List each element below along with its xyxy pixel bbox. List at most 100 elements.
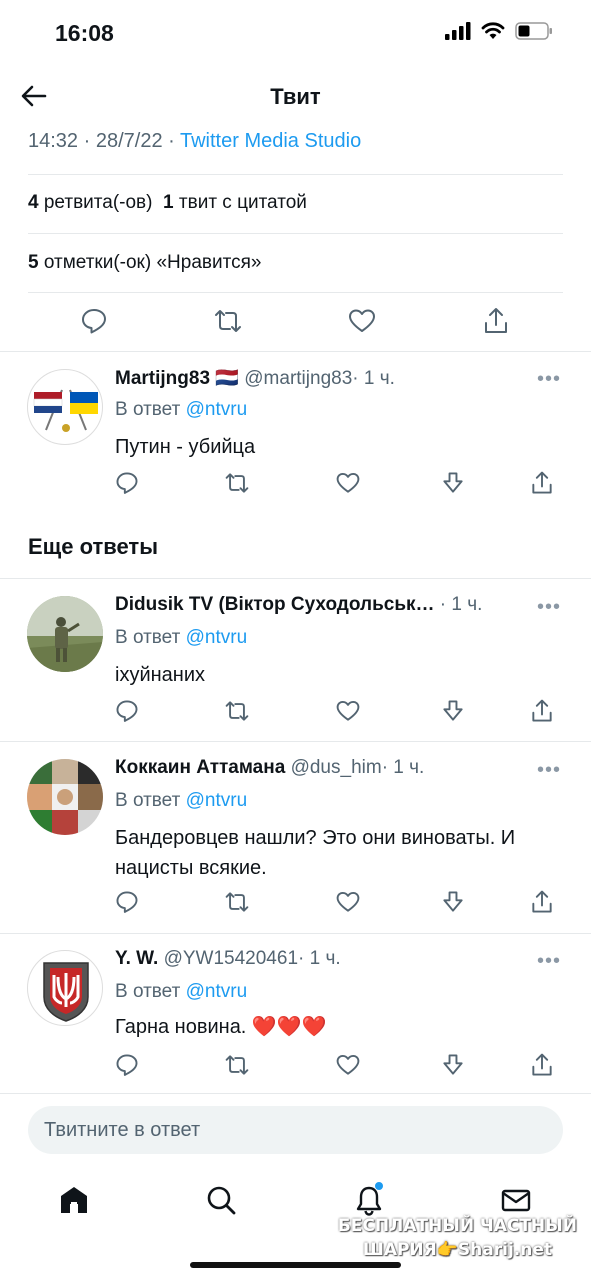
tweet-actions	[0, 470, 591, 500]
more-options-icon[interactable]: •••	[537, 759, 561, 782]
retweet-icon[interactable]	[224, 470, 250, 496]
divider	[0, 351, 591, 352]
more-options-icon[interactable]: •••	[537, 596, 561, 619]
reply-context: В ответ @ntvru	[115, 981, 247, 1003]
avatar[interactable]	[27, 369, 103, 445]
divider	[0, 933, 591, 934]
retweets-label: ретвита(-ов)	[43, 192, 153, 213]
reply-tweet[interactable]: Didusik TV (Віктор Суходольськ… · 1 ч. •…	[0, 594, 591, 739]
watermark: БЕСПЛАТНЫЙ ЧАСТНЫЙ ШАРИЯ👉Sharij.net	[338, 1214, 577, 1262]
retweets-stat[interactable]: 4 ретвита(-ов)	[28, 192, 152, 213]
divider	[28, 233, 563, 234]
tweet-header: Didusik TV (Віктор Суходольськ… · 1 ч.	[115, 594, 482, 616]
share-icon[interactable]	[529, 698, 555, 724]
reply-context: В ответ @ntvru	[115, 790, 247, 812]
tweet-header: Y. W. @YW15420461· 1 ч.	[115, 948, 341, 970]
like-icon[interactable]	[335, 470, 361, 496]
retweet-icon[interactable]	[224, 1052, 250, 1078]
reply-to-label: В ответ	[115, 981, 181, 1002]
avatar[interactable]	[27, 759, 103, 835]
home-indicator	[190, 1262, 401, 1268]
like-icon[interactable]	[335, 1052, 361, 1078]
mention-link[interactable]: @ntvru	[186, 981, 248, 1002]
like-icon[interactable]	[335, 698, 361, 724]
collage-image	[27, 759, 103, 835]
tweet-actions	[0, 1052, 591, 1082]
share-icon[interactable]	[529, 1052, 555, 1078]
author-name[interactable]: Y. W.	[115, 948, 158, 969]
status-bar: 16:08	[0, 0, 591, 64]
download-icon[interactable]	[440, 698, 466, 724]
reply-context: В ответ @ntvru	[115, 627, 247, 649]
flag-pins-image	[33, 389, 98, 432]
avatar[interactable]	[27, 950, 103, 1026]
author-name[interactable]: Коккаин Аттамана	[115, 757, 285, 778]
author-name[interactable]: Didusik TV (Віктор Суходольськ…	[115, 594, 435, 615]
share-icon[interactable]	[481, 306, 511, 336]
flag-emoji: 🇳🇱	[215, 368, 239, 389]
reply-to-label: В ответ	[115, 399, 181, 420]
quotes-stat[interactable]: 1 твит с цитатой	[163, 192, 307, 213]
reply-icon[interactable]	[114, 698, 140, 724]
soldier-photo-image	[27, 596, 103, 672]
tweet-actions	[0, 889, 591, 919]
more-replies-heading: Еще ответы	[28, 534, 158, 559]
mention-link[interactable]: @ntvru	[186, 399, 248, 420]
reply-tweet[interactable]: Martijng83 🇳🇱 @martijng83· 1 ч. ••• В от…	[0, 366, 591, 516]
reply-tweet[interactable]: Y. W. @YW15420461· 1 ч. ••• В ответ @ntv…	[0, 948, 591, 1088]
download-icon[interactable]	[440, 470, 466, 496]
mention-link[interactable]: @ntvru	[186, 627, 248, 648]
share-icon[interactable]	[529, 889, 555, 915]
mention-link[interactable]: @ntvru	[186, 790, 248, 811]
tweet-header: Martijng83 🇳🇱 @martijng83· 1 ч.	[115, 366, 395, 390]
reply-compose-input[interactable]: Твитните в ответ	[28, 1106, 563, 1154]
author-name[interactable]: Martijng83	[115, 368, 210, 389]
tweet-meta: 14:32 · 28/7/22 · Twitter Media Studio	[28, 130, 362, 152]
status-icons	[445, 22, 553, 40]
reply-icon[interactable]	[114, 470, 140, 496]
author-handle[interactable]: @YW15420461	[164, 948, 298, 969]
tweet-time: 14:32	[28, 130, 79, 152]
author-handle[interactable]: @martijng83	[244, 368, 352, 389]
avatar[interactable]	[27, 596, 103, 672]
author-handle[interactable]: @dus_him	[291, 757, 382, 778]
watermark-line2: ШАРИЯ👉Sharij.net	[362, 1240, 552, 1260]
tweet-time: · 1 ч.	[298, 948, 341, 969]
download-icon[interactable]	[440, 889, 466, 915]
reply-compose-placeholder: Твитните в ответ	[44, 1119, 201, 1141]
likes-label: отметки(-ок) «Нравится»	[43, 252, 262, 273]
likes-count: 5	[28, 252, 39, 273]
retweet-icon[interactable]	[224, 889, 250, 915]
likes-stat[interactable]: 5 отметки(-ок) «Нравится»	[28, 252, 261, 274]
status-time: 16:08	[55, 20, 114, 46]
reply-to-label: В ответ	[115, 790, 181, 811]
reply-icon[interactable]	[79, 306, 109, 336]
more-options-icon[interactable]: •••	[537, 950, 561, 973]
download-icon[interactable]	[440, 1052, 466, 1078]
reply-icon[interactable]	[114, 889, 140, 915]
search-icon[interactable]	[203, 1182, 239, 1218]
divider	[28, 174, 563, 175]
tweet-source-link[interactable]: Twitter Media Studio	[180, 130, 361, 152]
retweet-stats: 4 ретвита(-ов) 1 твит с цитатой	[28, 192, 307, 214]
messages-mail-icon[interactable]	[498, 1182, 534, 1218]
retweet-icon[interactable]	[213, 306, 243, 336]
like-icon[interactable]	[335, 889, 361, 915]
divider	[0, 1093, 591, 1094]
quotes-label: твит с цитатой	[178, 192, 307, 213]
home-icon[interactable]	[56, 1182, 92, 1218]
battery-icon	[515, 22, 552, 40]
notifications-bell-icon[interactable]	[351, 1182, 387, 1218]
reply-tweet[interactable]: Коккаин Аттамана @dus_him· 1 ч. ••• В от…	[0, 757, 591, 932]
more-options-icon[interactable]: •••	[537, 368, 561, 391]
share-icon[interactable]	[529, 470, 555, 496]
tweet-text: Гарна новина. ❤️❤️❤️	[115, 1016, 327, 1038]
watermark-line1: БЕСПЛАТНЫЙ ЧАСТНЫЙ	[337, 1216, 577, 1236]
retweet-icon[interactable]	[224, 698, 250, 724]
notification-dot	[375, 1182, 383, 1190]
tweet-date: 28/7/22	[95, 130, 163, 152]
reply-icon[interactable]	[114, 1052, 140, 1078]
like-icon[interactable]	[347, 306, 377, 336]
page-title: Твит	[270, 84, 321, 109]
wifi-icon	[481, 22, 505, 39]
